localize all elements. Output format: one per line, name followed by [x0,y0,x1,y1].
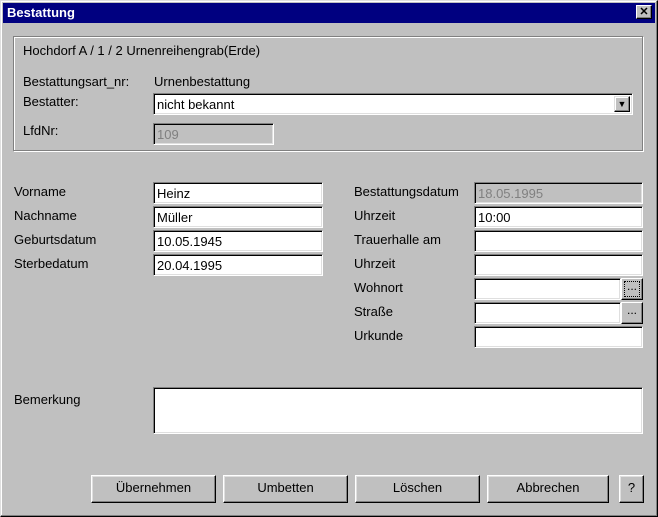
uhrzeit-label: Uhrzeit [354,208,396,223]
chevron-down-icon[interactable]: ▼ [614,96,630,112]
window-title: Bestattung [7,5,75,20]
trauerhalle-field[interactable] [474,230,643,252]
strasse-field[interactable] [474,302,621,324]
nachname-field[interactable]: Müller [153,206,323,228]
sterbedatum-label: Sterbedatum [14,256,89,271]
vorname-field[interactable]: Heinz [153,182,323,204]
urkunde-label: Urkunde [354,328,404,343]
strasse-label: Straße [354,304,394,319]
close-icon: ✕ [639,6,649,18]
wohnort-label: Wohnort [354,280,403,295]
geburtsdatum-field[interactable]: 10.05.1945 [153,230,323,252]
uhrzeit2-label: Uhrzeit [354,256,396,271]
title-bar: Bestattung ✕ [3,3,655,23]
sterbedatum-field[interactable]: 20.04.1995 [153,254,323,276]
nachname-label: Nachname [14,208,77,223]
bestatter-label: Bestatter: [23,94,79,109]
geburtsdatum-label: Geburtsdatum [14,232,97,247]
bemerkung-label: Bemerkung [14,392,81,407]
uhrzeit-field[interactable]: 10:00 [474,206,643,228]
uhrzeit2-field[interactable] [474,254,643,276]
help-button[interactable]: ? [619,475,644,503]
trauerhalle-label: Trauerhalle am [354,232,441,247]
bemerkung-textarea[interactable] [153,387,643,434]
grave-header: Hochdorf A / 1 / 2 Urnenreihengrab(Erde) [23,43,261,58]
urkunde-field[interactable] [474,326,643,348]
bestattungsdatum-label: Bestattungsdatum [354,184,459,199]
vorname-label: Vorname [14,184,67,199]
bestattungsart-value: Urnenbestattung [154,74,251,89]
wohnort-field[interactable] [474,278,621,300]
uebernehmen-button[interactable]: Übernehmen [91,475,216,503]
umbetten-button[interactable]: Umbetten [223,475,348,503]
bestatter-selected-value: nicht bekannt [157,97,235,112]
bestattungsart-label: Bestattungsart_nr: [23,74,130,89]
bestattung-dialog: Bestattung ✕ Hochdorf A / 1 / 2 Urnenrei… [0,0,658,517]
close-button[interactable]: ✕ [636,5,652,19]
lfdnr-label: LfdNr: [23,123,59,138]
strasse-picker-button[interactable]: ... [621,302,643,324]
lfdnr-field: 109 [153,123,274,145]
loeschen-button[interactable]: Löschen [355,475,480,503]
bestattungsdatum-field: 18.05.1995 [474,182,643,204]
bestatter-select[interactable]: nicht bekannt ▼ [153,93,633,115]
wohnort-picker-button[interactable]: ... [621,278,643,300]
abbrechen-button[interactable]: Abbrechen [487,475,609,503]
